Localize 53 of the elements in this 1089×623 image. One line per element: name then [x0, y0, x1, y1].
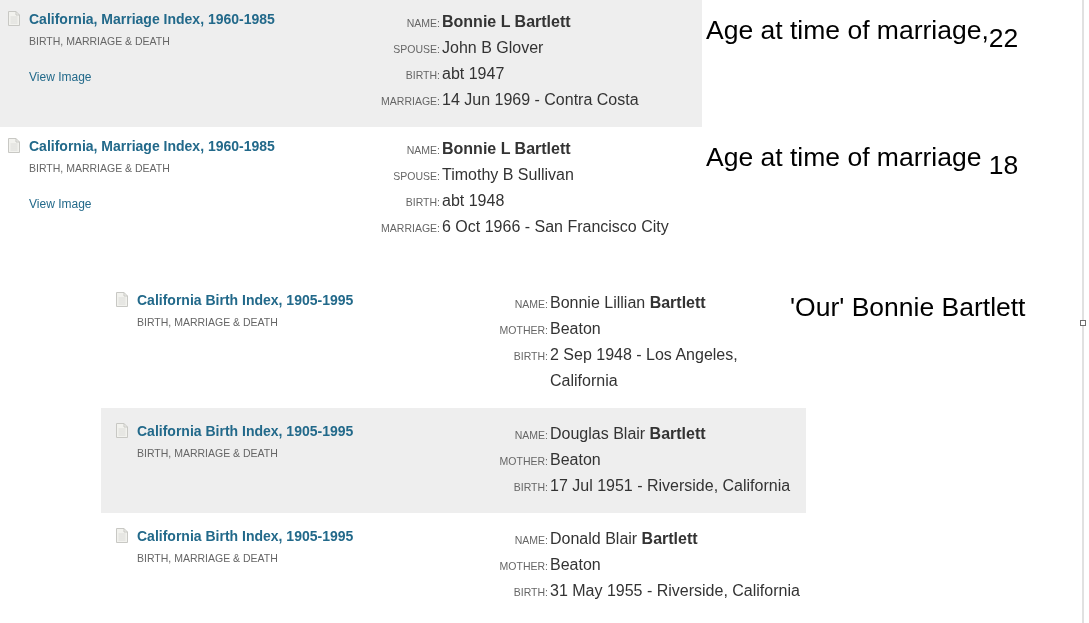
field-label: NAME:	[406, 16, 440, 31]
view-image-link[interactable]: View Image	[29, 69, 92, 85]
document-icon	[8, 11, 20, 26]
record-title-link[interactable]: California Birth Index, 1905-1995	[137, 526, 354, 546]
record-category: BIRTH, MARRIAGE & DEATH	[29, 161, 170, 175]
field-label: BIRTH:	[405, 68, 440, 83]
record-category: BIRTH, MARRIAGE & DEATH	[137, 551, 278, 565]
record-title-link[interactable]: California Birth Index, 1905-1995	[137, 421, 354, 441]
field-value: Beaton	[550, 319, 601, 339]
field-label: MARRIAGE:	[381, 221, 440, 236]
record-title-link[interactable]: California Birth Index, 1905-1995	[137, 290, 354, 310]
field-value: 14 Jun 1969 - Contra Costa	[442, 90, 639, 110]
field-value: Beaton	[550, 555, 601, 575]
document-icon	[116, 292, 128, 307]
field-value: Bonnie L Bartlett	[442, 12, 571, 32]
field-value: Bonnie L Bartlett	[442, 139, 571, 159]
field-value: Timothy B Sullivan	[442, 165, 574, 185]
field-value: John B Glover	[442, 38, 544, 58]
record-category: BIRTH, MARRIAGE & DEATH	[29, 34, 170, 48]
field-value: Beaton	[550, 450, 601, 470]
record-title-link[interactable]: California, Marriage Index, 1960-1985	[29, 136, 275, 156]
record-title-link[interactable]: California, Marriage Index, 1960-1985	[29, 9, 275, 29]
field-label: BIRTH:	[405, 195, 440, 210]
field-value: Bonnie Lillian Bartlett	[550, 293, 706, 313]
field-label: BIRTH:	[513, 349, 548, 364]
field-value: Donald Blair Bartlett	[550, 529, 698, 549]
field-value: Douglas Blair Bartlett	[550, 424, 706, 444]
field-label: SPOUSE:	[393, 42, 440, 57]
field-label: MARRIAGE:	[381, 94, 440, 109]
field-label: NAME:	[514, 428, 548, 443]
record-category: BIRTH, MARRIAGE & DEATH	[137, 446, 278, 460]
resize-handle-icon[interactable]	[1080, 319, 1086, 326]
field-value: 2 Sep 1948 - Los Angeles, California	[550, 345, 739, 391]
document-icon	[8, 138, 20, 153]
record-category: BIRTH, MARRIAGE & DEATH	[137, 315, 278, 329]
field-label: SPOUSE:	[393, 169, 440, 184]
field-label: MOTHER:	[499, 454, 548, 469]
field-value: 31 May 1955 - Riverside, California	[550, 581, 800, 601]
document-icon	[116, 528, 128, 543]
field-label: NAME:	[406, 143, 440, 158]
annotation-text: 'Our' Bonnie Bartlett	[790, 291, 1026, 323]
field-value: abt 1947	[442, 64, 505, 84]
field-label: BIRTH:	[513, 585, 548, 600]
document-icon	[116, 423, 128, 438]
field-value: abt 1948	[442, 191, 505, 211]
field-label: NAME:	[514, 533, 548, 548]
field-label: MOTHER:	[499, 323, 548, 338]
field-label: MOTHER:	[499, 559, 548, 574]
field-value: 17 Jul 1951 - Riverside, California	[550, 476, 791, 496]
field-value: 6 Oct 1966 - San Francisco City	[442, 217, 669, 237]
view-image-link[interactable]: View Image	[29, 196, 92, 212]
field-label: BIRTH:	[513, 480, 548, 495]
field-label: NAME:	[514, 297, 548, 312]
